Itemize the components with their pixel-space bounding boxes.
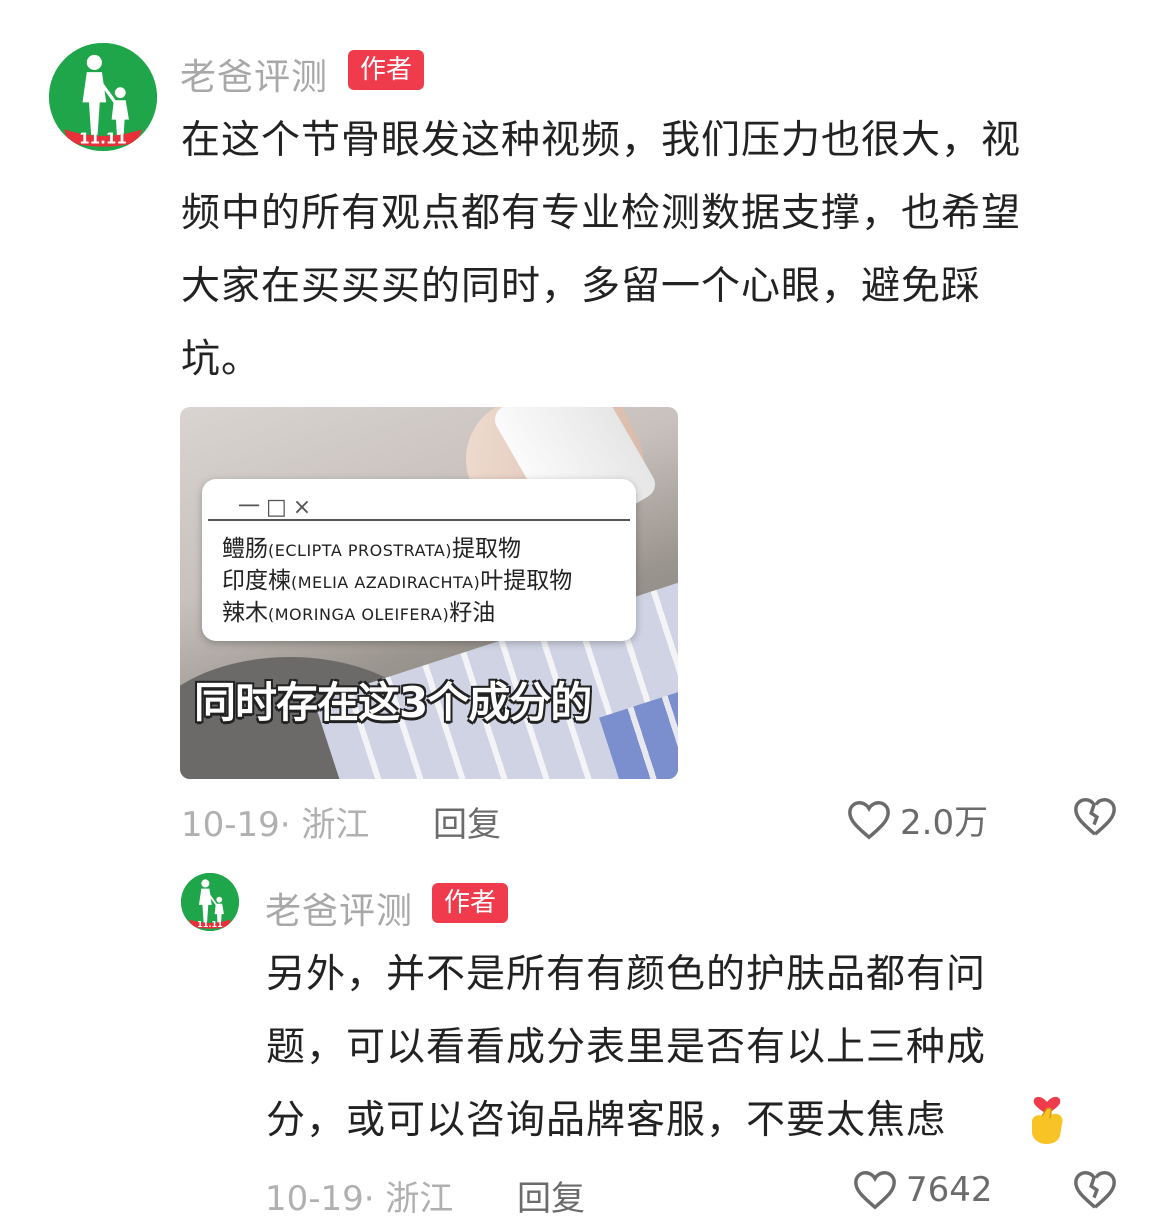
reply-line: 另外，并不是所有有颜色的护肤品都有问 — [266, 952, 987, 997]
reply-line: 分，或可以咨询品牌客服，不要太焦虑 — [266, 1098, 947, 1143]
parent-child-avatar-icon: 11.11 — [49, 43, 157, 151]
reply-dislike-button[interactable] — [1072, 1168, 1118, 1216]
reply-date-location: 10-19· 浙江 — [265, 1179, 454, 1219]
heart-icon — [854, 1171, 896, 1210]
reply-reply-button[interactable]: 回复 — [517, 1171, 585, 1219]
avatar-badge-text: 11.11 — [197, 919, 223, 929]
heart-icon — [848, 800, 890, 840]
ingredient-popup: 一□× 鳢肠(ECLIPTA PROSTRATA)提取物 印度楝(MELIA A… — [202, 479, 636, 641]
reply-like-button[interactable]: 7642 — [852, 1168, 993, 1212]
reply-text: 另外，并不是所有有颜色的护肤品都有问 题，可以看看成分表里是否有以上三种成 分，… — [266, 938, 986, 1157]
ingredient-line: 印度楝(MELIA AZADIRACHTA)叶提取物 — [222, 568, 573, 594]
dislike-button[interactable] — [1072, 795, 1118, 843]
username[interactable]: 老爸评测 — [180, 48, 328, 100]
comment-line: 大家在买买买的同时，多留一个心眼，避免踩 — [181, 264, 982, 309]
ingredient-line: 鳢肠(ECLIPTA PROSTRATA)提取物 — [222, 536, 522, 562]
reply-line: 题，可以看看成分表里是否有以上三种成 — [266, 1025, 987, 1070]
reply-like-count: 7642 — [906, 1170, 993, 1210]
finger-heart-emoji — [1024, 1088, 1070, 1150]
reply-button[interactable]: 回复 — [433, 797, 501, 846]
comment-line: 在这个节骨眼发这种视频，我们压力也很大，视 — [181, 118, 1022, 163]
parent-child-avatar-icon: 11.11 — [181, 873, 239, 931]
reply-username[interactable]: 老爸评测 — [265, 882, 413, 934]
date-location: 10-19· 浙江 — [181, 805, 370, 845]
comment-line: 坑。 — [181, 337, 262, 382]
author-badge: 作者 — [348, 50, 425, 90]
video-caption: 同时存在这3个成分的 — [194, 678, 592, 727]
ingredient-line: 辣木(MORINGA OLEIFERA)籽油 — [222, 600, 496, 626]
comment-line: 频中的所有观点都有专业检测数据支撑，也希望 — [181, 191, 1022, 236]
window-controls: 一□× — [238, 495, 318, 520]
reply-avatar[interactable]: 11.11 — [181, 873, 239, 931]
like-button[interactable]: 2.0万 — [846, 795, 988, 844]
avatar-badge-text: 11.11 — [79, 129, 127, 147]
broken-heart-icon — [1074, 1171, 1116, 1209]
comment-text: 在这个节骨眼发这种视频，我们压力也很大，视 频中的所有观点都有专业检测数据支撑，… — [181, 104, 1021, 396]
popup-divider — [208, 519, 630, 521]
like-count: 2.0万 — [900, 803, 989, 843]
comment-image[interactable]: 一□× 鳢肠(ECLIPTA PROSTRATA)提取物 印度楝(MELIA A… — [180, 407, 678, 779]
reply-author-badge: 作者 — [432, 883, 509, 923]
broken-heart-icon — [1074, 798, 1116, 836]
avatar[interactable]: 11.11 — [49, 43, 157, 151]
